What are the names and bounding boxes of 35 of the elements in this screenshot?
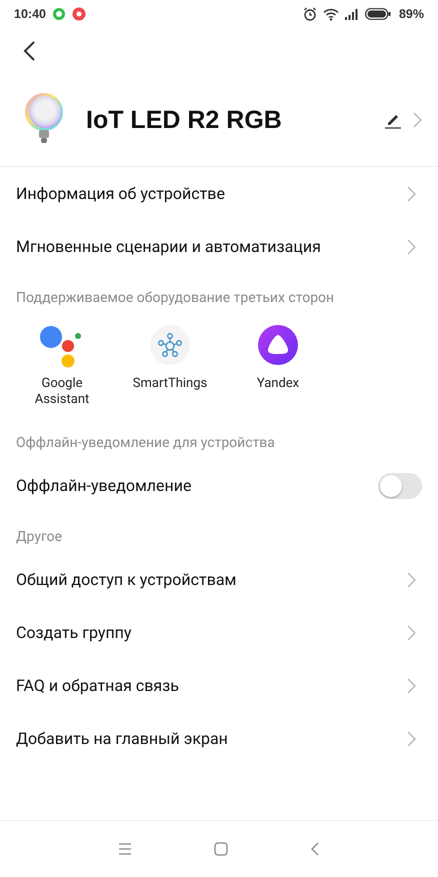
- settings-item[interactable]: Создать группу: [0, 606, 438, 659]
- status-time: 10:40: [14, 7, 46, 21]
- settings-item[interactable]: Общий доступ к устройствам: [0, 553, 438, 606]
- chevron-right-icon: [406, 572, 416, 588]
- section-header: Оффлайн-уведомление для устройства: [15, 434, 276, 453]
- record-icon: [72, 7, 86, 21]
- chat-app-icon: [52, 7, 66, 21]
- settings-item[interactable]: Мгновенные сценарии и автоматизация: [0, 220, 438, 273]
- settings-item[interactable]: Информация об устройстве: [0, 167, 438, 220]
- service-item[interactable]: Yandex: [226, 320, 330, 408]
- device-name: IoT LED R2 RGB: [86, 106, 282, 134]
- square-icon[interactable]: [214, 842, 228, 856]
- section-header: Другое: [15, 528, 64, 547]
- chevron-right-icon: [412, 112, 422, 128]
- setting-label: Оффлайн-уведомление: [16, 476, 192, 495]
- voice-assistant-icon: [258, 325, 298, 365]
- menu-icon[interactable]: [118, 843, 132, 855]
- back-icon[interactable]: [22, 40, 36, 62]
- toggle-switch[interactable]: [378, 472, 422, 498]
- wifi-icon: [322, 8, 339, 20]
- settings-item[interactable]: Добавить на главный экран: [0, 712, 438, 765]
- chevron-right-icon: [406, 730, 416, 746]
- section-header: Поддерживаемое оборудование третьих сторон: [15, 289, 336, 308]
- chevron-right-icon: [406, 678, 416, 694]
- battery-percent: 89%: [398, 7, 424, 21]
- alarm-icon: [302, 7, 317, 21]
- chevron-right-icon: [406, 238, 416, 254]
- service-item[interactable]: SmartThings: [118, 320, 222, 408]
- service-item[interactable]: Google Assistant: [10, 320, 114, 408]
- signal-icon: [344, 8, 359, 20]
- hub-network-icon: [150, 325, 190, 365]
- chevron-right-icon: [406, 186, 416, 202]
- settings-item[interactable]: FAQ и обратная связь: [0, 659, 438, 712]
- battery-icon: [364, 8, 391, 20]
- chevron-right-icon: [406, 624, 416, 640]
